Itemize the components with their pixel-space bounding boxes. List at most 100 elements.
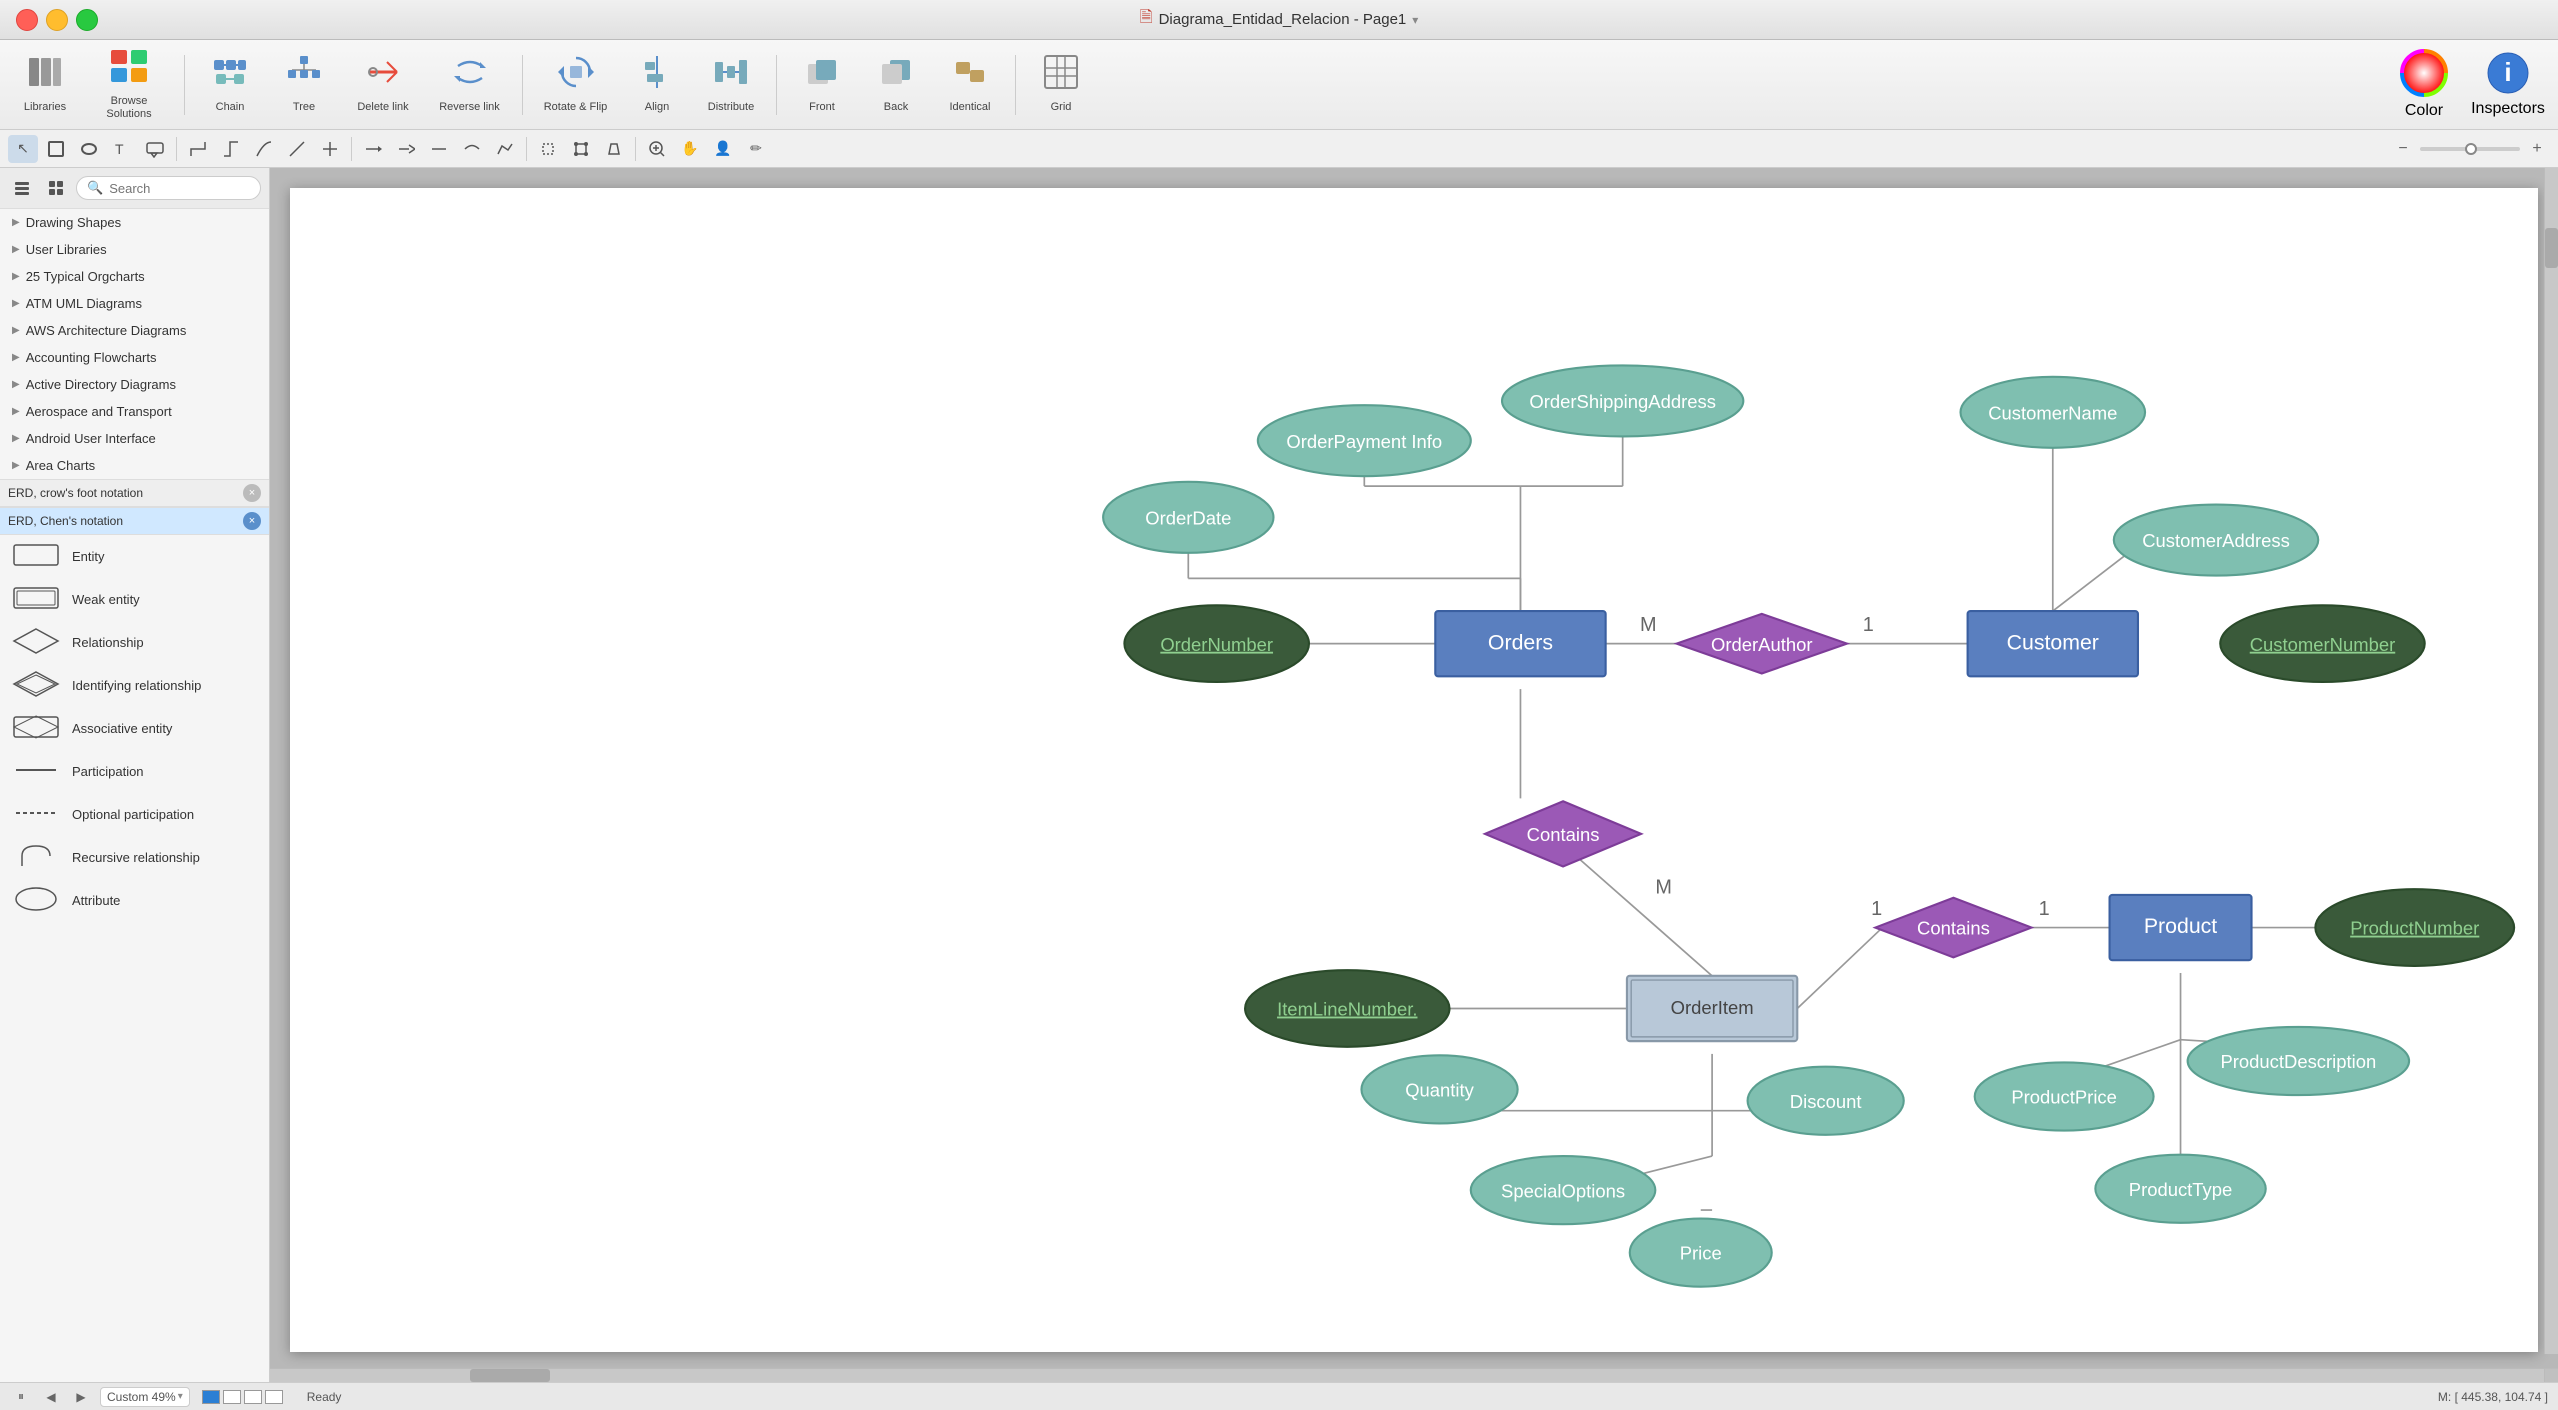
- back-button[interactable]: Back: [861, 45, 931, 125]
- page-view-3[interactable]: [244, 1390, 262, 1404]
- ellipse-tool[interactable]: [74, 135, 104, 163]
- erd-participation-item[interactable]: Participation: [0, 750, 269, 793]
- sidebar-item-user-libraries[interactable]: ▶ User Libraries: [0, 236, 269, 263]
- browse-solutions-button[interactable]: Browse Solutions: [84, 45, 174, 125]
- sidebar-item-accounting[interactable]: ▶ Accounting Flowcharts: [0, 344, 269, 371]
- library-label: ERD, crow's foot notation: [8, 486, 143, 500]
- erd-attribute-item[interactable]: Attribute: [0, 879, 269, 922]
- inspectors-label: Inspectors: [2471, 100, 2545, 118]
- sidebar: 🔍 ▶ Drawing Shapes ▶ User Libraries ▶ 25…: [0, 168, 270, 1382]
- libraries-button[interactable]: Libraries: [10, 45, 80, 125]
- connector-direct[interactable]: [282, 135, 312, 163]
- cardinality-m: M: [1640, 614, 1657, 636]
- chain-button[interactable]: Chain: [195, 45, 265, 125]
- sidebar-item-aws-architecture[interactable]: ▶ AWS Architecture Diagrams: [0, 317, 269, 344]
- arrow-tool-1[interactable]: [358, 135, 388, 163]
- reverse-link-button[interactable]: Reverse link: [427, 45, 512, 125]
- vertical-scrollbar[interactable]: [2544, 168, 2558, 1354]
- customer-name-label: CustomerName: [1988, 402, 2117, 423]
- doc-icon: 🗎: [1140, 6, 1153, 33]
- sidebar-item-active-directory[interactable]: ▶ Active Directory Diagrams: [0, 371, 269, 398]
- search-input[interactable]: [109, 181, 250, 196]
- arrow-tool-3[interactable]: [424, 135, 454, 163]
- zoom-select[interactable]: Custom 49% ▾: [100, 1387, 190, 1407]
- connector-elbow[interactable]: [216, 135, 246, 163]
- erd-associative-entity-item[interactable]: Associative entity: [0, 707, 269, 750]
- select-tool[interactable]: ↖: [8, 135, 38, 163]
- delete-link-button[interactable]: Delete link: [343, 45, 423, 125]
- erd-chen-bar[interactable]: ERD, Chen's notation ×: [0, 507, 269, 535]
- perspective-tool[interactable]: [599, 135, 629, 163]
- erd-chen-close[interactable]: ×: [243, 512, 261, 530]
- pause-button[interactable]: ⏸: [10, 1386, 32, 1408]
- zoom-in-button[interactable]: [642, 135, 672, 163]
- zoom-slider[interactable]: [2420, 147, 2520, 151]
- erd-recursive-relationship-item[interactable]: Recursive relationship: [0, 836, 269, 879]
- transform-tool[interactable]: [566, 135, 596, 163]
- arrow-tool-4[interactable]: [457, 135, 487, 163]
- callout-tool[interactable]: [140, 135, 170, 163]
- page-view-1[interactable]: [202, 1390, 220, 1404]
- erd-crows-foot-bar[interactable]: ERD, crow's foot notation ×: [0, 479, 269, 507]
- vertical-scroll-thumb[interactable]: [2545, 228, 2558, 268]
- sidebar-item-android-ui[interactable]: ▶ Android User Interface: [0, 425, 269, 452]
- connector-orthogonal[interactable]: [183, 135, 213, 163]
- polyline-tool[interactable]: [490, 135, 520, 163]
- discount-label: Discount: [1790, 1091, 1862, 1112]
- section-label: Android User Interface: [26, 431, 156, 446]
- sidebar-item-drawing-shapes[interactable]: ▶ Drawing Shapes: [0, 209, 269, 236]
- cardinality-1-contains2-right: 1: [2039, 898, 2050, 920]
- sidebar-item-aerospace[interactable]: ▶ Aerospace and Transport: [0, 398, 269, 425]
- align-button[interactable]: Align: [622, 45, 692, 125]
- erd-optional-participation-item[interactable]: Optional participation: [0, 793, 269, 836]
- sidebar-item-25-orgcharts[interactable]: ▶ 25 Typical Orgcharts: [0, 263, 269, 290]
- color-button[interactable]: Color: [2384, 45, 2464, 125]
- tree-button[interactable]: Tree: [269, 45, 339, 125]
- diagram-canvas[interactable]: M 1 1 M 1: [290, 188, 2538, 1352]
- erd-identifying-relationship-item[interactable]: Identifying relationship: [0, 664, 269, 707]
- text-tool[interactable]: T: [107, 135, 137, 163]
- maximize-button[interactable]: [76, 9, 98, 31]
- erd-weak-entity-item[interactable]: Weak entity: [0, 578, 269, 621]
- zoom-in-btn2[interactable]: +: [2524, 136, 2550, 162]
- connector-split[interactable]: [315, 135, 345, 163]
- connector-curved[interactable]: [249, 135, 279, 163]
- pan-tool[interactable]: ✋: [675, 135, 705, 163]
- canvas-area[interactable]: M 1 1 M 1: [270, 168, 2558, 1382]
- crop-tool[interactable]: [533, 135, 563, 163]
- arrow-tool-2[interactable]: [391, 135, 421, 163]
- identical-button[interactable]: Identical: [935, 45, 1005, 125]
- list-view-btn[interactable]: [8, 174, 36, 202]
- zoom-slider-thumb[interactable]: [2465, 143, 2477, 155]
- product-price-label: ProductPrice: [2011, 1087, 2117, 1108]
- rotate-flip-button[interactable]: Rotate & Flip: [533, 45, 618, 125]
- rotate-flip-label: Rotate & Flip: [544, 101, 608, 114]
- quantity-label: Quantity: [1405, 1079, 1474, 1100]
- rect-tool[interactable]: [41, 135, 71, 163]
- inspectors-button[interactable]: i Inspectors: [2468, 45, 2548, 125]
- next-page-button[interactable]: ▶: [70, 1386, 92, 1408]
- distribute-button[interactable]: Distribute: [696, 45, 766, 125]
- grid-view-btn[interactable]: [42, 174, 70, 202]
- sidebar-item-atm-uml[interactable]: ▶ ATM UML Diagrams: [0, 290, 269, 317]
- front-button[interactable]: Front: [787, 45, 857, 125]
- horizontal-scroll-thumb[interactable]: [470, 1369, 550, 1382]
- erd-entity-item[interactable]: Entity: [0, 535, 269, 578]
- optional-participation-shape: [12, 799, 60, 830]
- page-view-4[interactable]: [265, 1390, 283, 1404]
- minimize-button[interactable]: [46, 9, 68, 31]
- search-box[interactable]: 🔍: [76, 176, 261, 200]
- erd-relationship-item[interactable]: Relationship: [0, 621, 269, 664]
- sidebar-item-area-charts[interactable]: ▶ Area Charts: [0, 452, 269, 479]
- pen-tool[interactable]: ✏: [741, 135, 771, 163]
- grid-button[interactable]: Grid: [1026, 45, 1096, 125]
- prev-page-button[interactable]: ◀: [40, 1386, 62, 1408]
- close-button[interactable]: [16, 9, 38, 31]
- erd-crows-foot-close[interactable]: ×: [243, 484, 261, 502]
- chevron-icon: ▶: [12, 433, 20, 444]
- zoom-out-button[interactable]: −: [2390, 136, 2416, 162]
- horizontal-scrollbar[interactable]: [270, 1368, 2544, 1382]
- page-view-2[interactable]: [223, 1390, 241, 1404]
- user-tool[interactable]: 👤: [708, 135, 738, 163]
- title-dropdown-icon[interactable]: ▾: [1412, 13, 1418, 27]
